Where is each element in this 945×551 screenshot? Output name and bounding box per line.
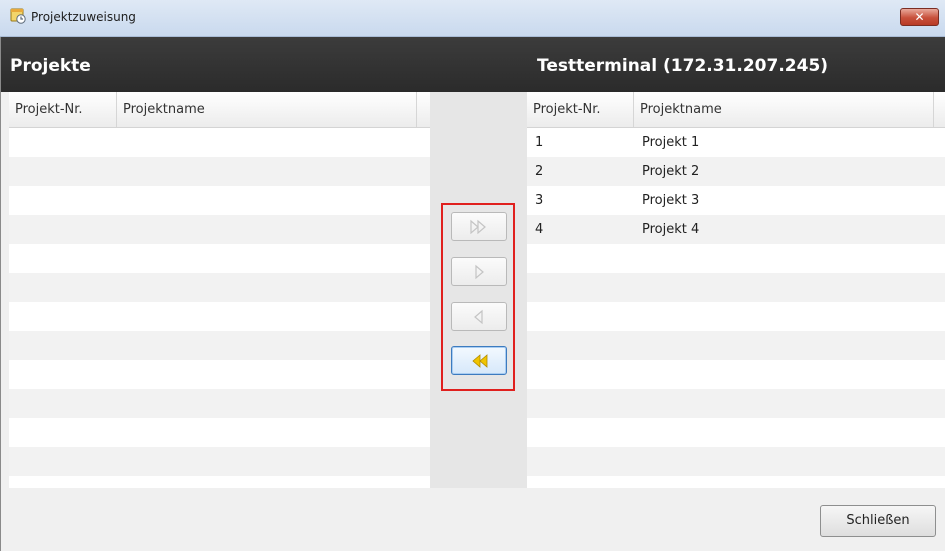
table-row[interactable] <box>527 418 945 447</box>
table-row[interactable] <box>9 186 430 215</box>
left-pane-title: Projekte <box>10 56 91 76</box>
window-close-button[interactable]: ✕ <box>900 8 939 26</box>
column-header-project-name[interactable]: Projektname <box>634 92 934 127</box>
left-margin <box>0 92 9 488</box>
table-header: Projekt-Nr. Projektname <box>9 92 430 128</box>
table-row[interactable] <box>9 215 430 244</box>
table-row[interactable] <box>527 273 945 302</box>
table-row[interactable] <box>527 244 945 273</box>
table-row[interactable] <box>9 389 430 418</box>
table-row[interactable] <box>527 302 945 331</box>
table-row[interactable]: 1 Projekt 1 <box>527 128 945 157</box>
table-row[interactable] <box>9 360 430 389</box>
table-row[interactable] <box>9 128 430 157</box>
table-row[interactable] <box>9 447 430 476</box>
table-row[interactable] <box>527 331 945 360</box>
right-pane-title: Testterminal (172.31.207.245) <box>537 56 829 76</box>
column-header-project-nr[interactable]: Projekt-Nr. <box>9 92 117 127</box>
table-body <box>9 128 430 476</box>
table-row[interactable] <box>9 244 430 273</box>
assigned-projects-table[interactable]: Projekt-Nr. Projektname 1 Projekt 1 2 Pr… <box>527 92 945 488</box>
table-row[interactable] <box>9 157 430 186</box>
table-row[interactable]: 2 Projekt 2 <box>527 157 945 186</box>
table-row[interactable] <box>527 389 945 418</box>
column-header-project-nr[interactable]: Projekt-Nr. <box>527 92 634 127</box>
table-header: Projekt-Nr. Projektname <box>527 92 945 128</box>
table-row[interactable] <box>527 360 945 389</box>
project-nr-cell: 2 <box>535 164 544 179</box>
window-left-border <box>0 37 1 551</box>
title-bar: Projektzuweisung ✕ <box>0 0 945 37</box>
project-name-cell: Projekt 3 <box>642 193 700 208</box>
transfer-buttons-highlight <box>441 203 515 391</box>
close-dialog-button[interactable]: Schließen <box>820 505 936 537</box>
project-nr-cell: 3 <box>535 193 544 208</box>
project-name-cell: Projekt 2 <box>642 164 700 179</box>
table-row[interactable] <box>9 273 430 302</box>
table-row[interactable] <box>9 302 430 331</box>
column-header-project-name[interactable]: Projektname <box>117 92 417 127</box>
footer-bar <box>0 488 945 551</box>
close-icon: ✕ <box>914 10 925 24</box>
window-title: Projektzuweisung <box>31 10 136 24</box>
project-assignment-window: Projektzuweisung ✕ Projekte Testterminal… <box>0 0 945 551</box>
project-nr-cell: 1 <box>535 135 544 150</box>
app-icon <box>10 8 26 24</box>
project-name-cell: Projekt 1 <box>642 135 700 150</box>
project-name-cell: Projekt 4 <box>642 222 700 237</box>
table-row[interactable]: 4 Projekt 4 <box>527 215 945 244</box>
project-nr-cell: 4 <box>535 222 544 237</box>
table-row[interactable] <box>9 331 430 360</box>
table-body: 1 Projekt 1 2 Projekt 2 3 Projekt 3 4 Pr… <box>527 128 945 476</box>
table-row[interactable] <box>9 418 430 447</box>
table-row[interactable]: 3 Projekt 3 <box>527 186 945 215</box>
table-row[interactable] <box>527 447 945 476</box>
available-projects-table[interactable]: Projekt-Nr. Projektname <box>9 92 430 488</box>
